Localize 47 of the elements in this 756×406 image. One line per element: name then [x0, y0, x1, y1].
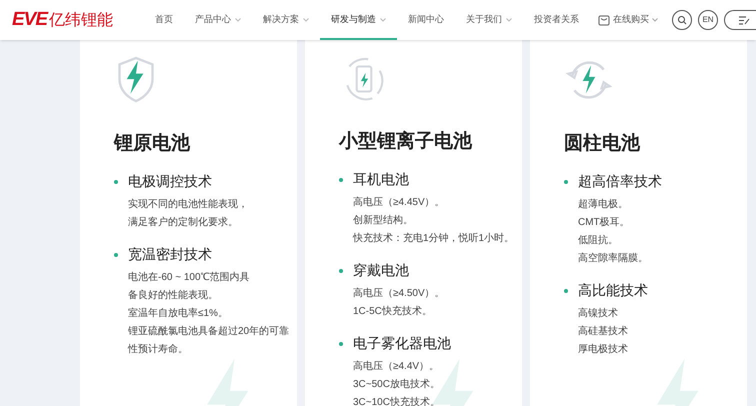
- nav-item[interactable]: 关于我们: [466, 13, 502, 27]
- feature-description: 3C~50C放电技术。: [353, 378, 441, 392]
- nav-item[interactable]: 首页: [155, 13, 173, 27]
- feature-heading: 高比能技术: [578, 282, 648, 301]
- feature-heading: 电极调控技术: [128, 173, 212, 192]
- feature-description: 实现不同的电池性能表现，: [128, 198, 249, 212]
- logo-mark: EVE: [12, 8, 48, 32]
- feature-description: 室温年自放电率≤1%。: [128, 306, 229, 321]
- feature-heading: 穿戴电池: [353, 262, 409, 281]
- menu-icon: [739, 16, 750, 24]
- feature-heading: 电子雾化器电池: [353, 335, 451, 354]
- feature-description: 性预计寿命。: [128, 342, 189, 357]
- online-purchase-link[interactable]: 在线购买: [613, 13, 649, 27]
- nav-item[interactable]: 产品中心: [195, 13, 231, 27]
- feature-description: CMT极耳。: [578, 216, 631, 230]
- card-title: 圆柱电池: [564, 131, 642, 156]
- nav-item[interactable]: 新闻中心: [408, 13, 444, 27]
- feature-description: 超薄电极。: [578, 198, 629, 212]
- feature-description: 创新型结构。: [353, 214, 414, 228]
- card-title: 锂原电池: [114, 131, 192, 156]
- feature-description: 高电压（≥4.50V）。: [353, 286, 446, 301]
- feature-description: 厚电极技术: [578, 342, 629, 357]
- feature-description: 低阻抗。: [578, 234, 619, 248]
- feature-description: 高空隙率隔膜。: [578, 252, 649, 266]
- feature-description: 快充技术：充电1分钟，悦听1小时。: [353, 232, 516, 246]
- card-title: 小型锂离子电池: [339, 129, 474, 154]
- nav-item[interactable]: 投资者关系: [534, 13, 579, 27]
- feature-description: 高硅基技术: [578, 324, 629, 339]
- feature-description: 备良好的性能表现。: [128, 288, 219, 303]
- cart-icon: [598, 14, 610, 26]
- feature-heading: 耳机电池: [353, 171, 409, 190]
- feature-description: 高镍技术: [578, 306, 619, 321]
- feature-description: 锂亚硫酰氯电池具备超过20年的可靠: [128, 324, 290, 339]
- search-button[interactable]: [672, 10, 692, 30]
- feature-heading: 宽温密封技术: [128, 246, 212, 265]
- feature-description: 满足客户的定制化要求。: [128, 216, 239, 230]
- feature-description: 高电压（≥4.4V）。: [353, 360, 440, 374]
- menu-button[interactable]: [724, 10, 756, 30]
- logo-text: 亿纬锂能: [49, 9, 114, 31]
- feature-description: 高电压（≥4.45V）。: [353, 196, 446, 210]
- search-icon: [677, 15, 687, 25]
- feature-description: 电池在-60 ~ 100℃范围内具: [128, 270, 251, 285]
- nav-item[interactable]: 解决方案: [263, 13, 299, 27]
- feature-heading: 超高倍率技术: [578, 173, 662, 192]
- feature-description: 1C-5C快充技术。: [353, 304, 433, 319]
- nav-item[interactable]: 研发与制造: [331, 13, 376, 27]
- language-button[interactable]: EN: [698, 10, 718, 30]
